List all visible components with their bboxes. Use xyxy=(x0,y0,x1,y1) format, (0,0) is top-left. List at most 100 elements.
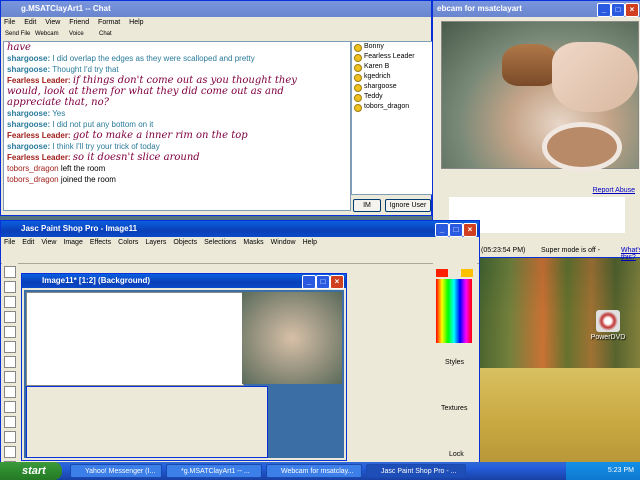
chat-button[interactable]: Chat xyxy=(99,31,112,37)
psp-titlebar[interactable]: Jasc Paint Shop Pro - Image11 _ □ × xyxy=(1,221,479,237)
tool-icon[interactable] xyxy=(4,356,16,368)
task-yahoo-messenger[interactable]: Yahoo! Messenger (I... xyxy=(70,464,162,478)
chat-menu-friend[interactable]: Friend xyxy=(69,19,89,26)
message-text: so it doesn't slice around xyxy=(72,152,200,163)
message-text: if things don't come out as you thought … xyxy=(72,75,297,86)
image-close-icon[interactable]: × xyxy=(330,275,344,289)
whats-this-link[interactable]: What's this? xyxy=(621,247,640,261)
message-text: left the room xyxy=(60,164,106,173)
chat-menu-view[interactable]: View xyxy=(45,19,60,26)
chat-messages[interactable]: have shargoose: I did overlap the edges a… xyxy=(3,41,351,211)
tool-icon[interactable] xyxy=(4,401,16,413)
psp-minimize-icon[interactable]: _ xyxy=(435,223,449,237)
tool-icon[interactable] xyxy=(4,266,16,278)
webcam-video xyxy=(441,21,639,172)
chat-message: Fearless Leader: if things don't come ou… xyxy=(4,75,350,86)
task-paint-shop-pro[interactable]: Jasc Paint Shop Pro - ... xyxy=(366,464,466,478)
message-author: tobors_dragon xyxy=(7,164,59,173)
tool-icon[interactable] xyxy=(4,326,16,338)
user-list-item[interactable]: Karen B xyxy=(352,62,432,72)
report-abuse-link[interactable]: Report Abuse xyxy=(593,187,635,194)
nested-chat-thumbnail xyxy=(26,292,244,386)
tool-icon[interactable] xyxy=(4,311,16,323)
tool-icon[interactable] xyxy=(4,386,16,398)
tool-icon[interactable] xyxy=(4,296,16,308)
task-chat[interactable]: *g.MSATClayArt1 -- ... xyxy=(166,464,262,478)
background-swatch[interactable] xyxy=(461,269,473,277)
chat-menu-help[interactable]: Help xyxy=(129,19,143,26)
user-list-item[interactable]: Fearless Leader xyxy=(352,52,432,62)
send-file-button[interactable]: Send File xyxy=(5,31,30,37)
wallpaper-field xyxy=(478,368,640,462)
psp-menu-item[interactable]: Objects xyxy=(173,239,197,246)
nested-webcam-thumbnail xyxy=(242,292,342,384)
voice-button[interactable]: Voice xyxy=(69,31,84,37)
psp-menu-item[interactable]: Edit xyxy=(22,239,34,246)
psp-menu-item[interactable]: Image xyxy=(63,239,82,246)
image-window: Image11* [1:2] (Background) _ □ × xyxy=(21,273,347,461)
user-list-item[interactable]: tobors_dragon xyxy=(352,102,432,112)
nested-psp-thumbnail xyxy=(26,386,268,458)
psp-menu-item[interactable]: Help xyxy=(303,239,317,246)
ignore-user-button[interactable]: Ignore User xyxy=(385,199,431,212)
tool-icon[interactable] xyxy=(4,431,16,443)
webcam-button[interactable]: Webcam xyxy=(35,31,59,37)
tool-icon[interactable] xyxy=(4,281,16,293)
psp-window: Jasc Paint Shop Pro - Image11 _ □ × File… xyxy=(0,220,480,478)
im-button[interactable]: IM xyxy=(353,199,381,212)
minimize-icon[interactable]: _ xyxy=(597,3,611,17)
image-maximize-icon[interactable]: □ xyxy=(316,275,330,289)
lock-label: Lock xyxy=(449,451,464,458)
chat-user-list[interactable]: Bonny Fearless Leader Karen Bkgedrich sharg… xyxy=(351,41,433,195)
psp-menu-item[interactable]: File xyxy=(4,239,15,246)
psp-toolbar xyxy=(1,251,479,264)
chat-titlebar[interactable]: g.MSATClayArt1 -- Chat xyxy=(1,1,431,17)
chat-menu-format[interactable]: Format xyxy=(98,19,120,26)
chat-message: appreciate that, no? xyxy=(4,97,350,108)
user-list-item[interactable]: Bonny xyxy=(352,42,432,52)
tool-icon[interactable] xyxy=(4,446,16,458)
message-text: I think I'll try your trick of today xyxy=(52,142,160,151)
psp-maximize-icon[interactable]: □ xyxy=(449,223,463,237)
chat-toolbar: Send File Webcam Voice Chat xyxy=(1,29,431,41)
user-list-item[interactable]: Teddy xyxy=(352,92,432,102)
psp-menu-item[interactable]: Window xyxy=(271,239,296,246)
psp-close-icon[interactable]: × xyxy=(463,223,477,237)
psp-menu-item[interactable]: Layers xyxy=(145,239,166,246)
psp-title: Jasc Paint Shop Pro - Image11 xyxy=(21,224,138,233)
chat-message: shargoose: Yes xyxy=(4,108,350,119)
user-list-item[interactable]: shargoose xyxy=(352,82,432,92)
user-list-item[interactable]: kgedrich xyxy=(352,72,432,82)
psp-menu-item[interactable]: Effects xyxy=(90,239,111,246)
super-mode-text: Super mode is off - xyxy=(541,247,601,254)
psp-menu-item[interactable]: Selections xyxy=(204,239,236,246)
webcam-titlebar[interactable]: ebcam for msatclayart _ □ × xyxy=(433,1,640,17)
color-spectrum[interactable] xyxy=(436,279,472,343)
image-titlebar[interactable]: Image11* [1:2] (Background) _ □ × xyxy=(22,274,346,289)
tool-icon[interactable] xyxy=(4,371,16,383)
powerdvd-icon[interactable] xyxy=(596,310,620,332)
foreground-swatch[interactable] xyxy=(436,269,448,277)
chat-menu-file[interactable]: File xyxy=(4,19,15,26)
image-canvas[interactable] xyxy=(24,290,344,458)
tool-icon[interactable] xyxy=(4,341,16,353)
start-button[interactable]: start xyxy=(0,462,62,480)
message-text: I did not put any bottom on it xyxy=(52,120,154,129)
chat-menu-edit[interactable]: Edit xyxy=(24,19,36,26)
psp-menu-item[interactable]: Masks xyxy=(243,239,263,246)
close-icon[interactable]: × xyxy=(625,3,639,17)
clock[interactable]: 5:23 PM xyxy=(608,467,634,474)
chat-message: shargoose: I think I'll try your trick o… xyxy=(4,141,350,152)
psp-menu-item[interactable]: Colors xyxy=(118,239,138,246)
message-author: Fearless Leader: xyxy=(7,131,71,140)
psp-menu-item[interactable]: View xyxy=(41,239,56,246)
task-webcam[interactable]: Webcam for msatclay... xyxy=(266,464,362,478)
maximize-icon[interactable]: □ xyxy=(611,3,625,17)
image-minimize-icon[interactable]: _ xyxy=(302,275,316,289)
webcam-timestamp: (05:23:54 PM) xyxy=(481,247,526,254)
message-author: shargoose: xyxy=(7,120,51,129)
message-text: Thought I'd try that xyxy=(52,65,119,74)
tool-icon[interactable] xyxy=(4,416,16,428)
chat-title: g.MSATClayArt1 -- Chat xyxy=(21,4,111,13)
chat-message: shargoose: I did overlap the edges as th… xyxy=(4,53,350,64)
